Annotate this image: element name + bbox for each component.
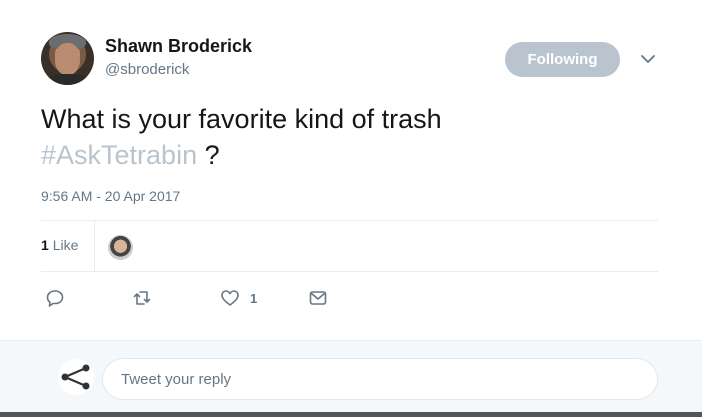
like-stat-count: 1 <box>41 237 49 253</box>
tweet-timestamp[interactable]: 9:56 AM - 20 Apr 2017 <box>41 188 180 204</box>
tweet-suffix: ? <box>197 140 220 170</box>
heart-like-count: 1 <box>250 291 258 306</box>
like-stat-label: Like <box>52 237 79 253</box>
tweet-text: What is your favorite kind of trash #Ask… <box>41 101 661 173</box>
likes-summary[interactable]: 1 Like <box>41 237 78 253</box>
chevron-down-icon[interactable] <box>640 53 656 65</box>
bottom-strip <box>0 412 702 417</box>
tweet-card: Shawn Broderick @sbroderick Following Wh… <box>0 0 702 340</box>
retweet-icon[interactable] <box>132 288 152 308</box>
divider <box>94 221 95 271</box>
hashtag-link[interactable]: #AskTetrabin <box>41 140 197 170</box>
tweet-body: What is your favorite kind of trash <box>41 104 442 134</box>
following-button[interactable]: Following <box>505 42 620 77</box>
author-name[interactable]: Shawn Broderick <box>105 36 252 57</box>
reply-icon[interactable] <box>45 288 65 308</box>
author-avatar[interactable] <box>41 32 94 85</box>
share-node-icon <box>58 359 94 395</box>
divider <box>41 271 658 272</box>
envelope-icon[interactable] <box>308 288 328 308</box>
liker-avatar[interactable] <box>108 235 133 260</box>
heart-icon[interactable] <box>220 288 240 308</box>
reply-input[interactable] <box>102 358 658 400</box>
author-handle[interactable]: @sbroderick <box>105 61 189 78</box>
divider <box>41 220 658 221</box>
